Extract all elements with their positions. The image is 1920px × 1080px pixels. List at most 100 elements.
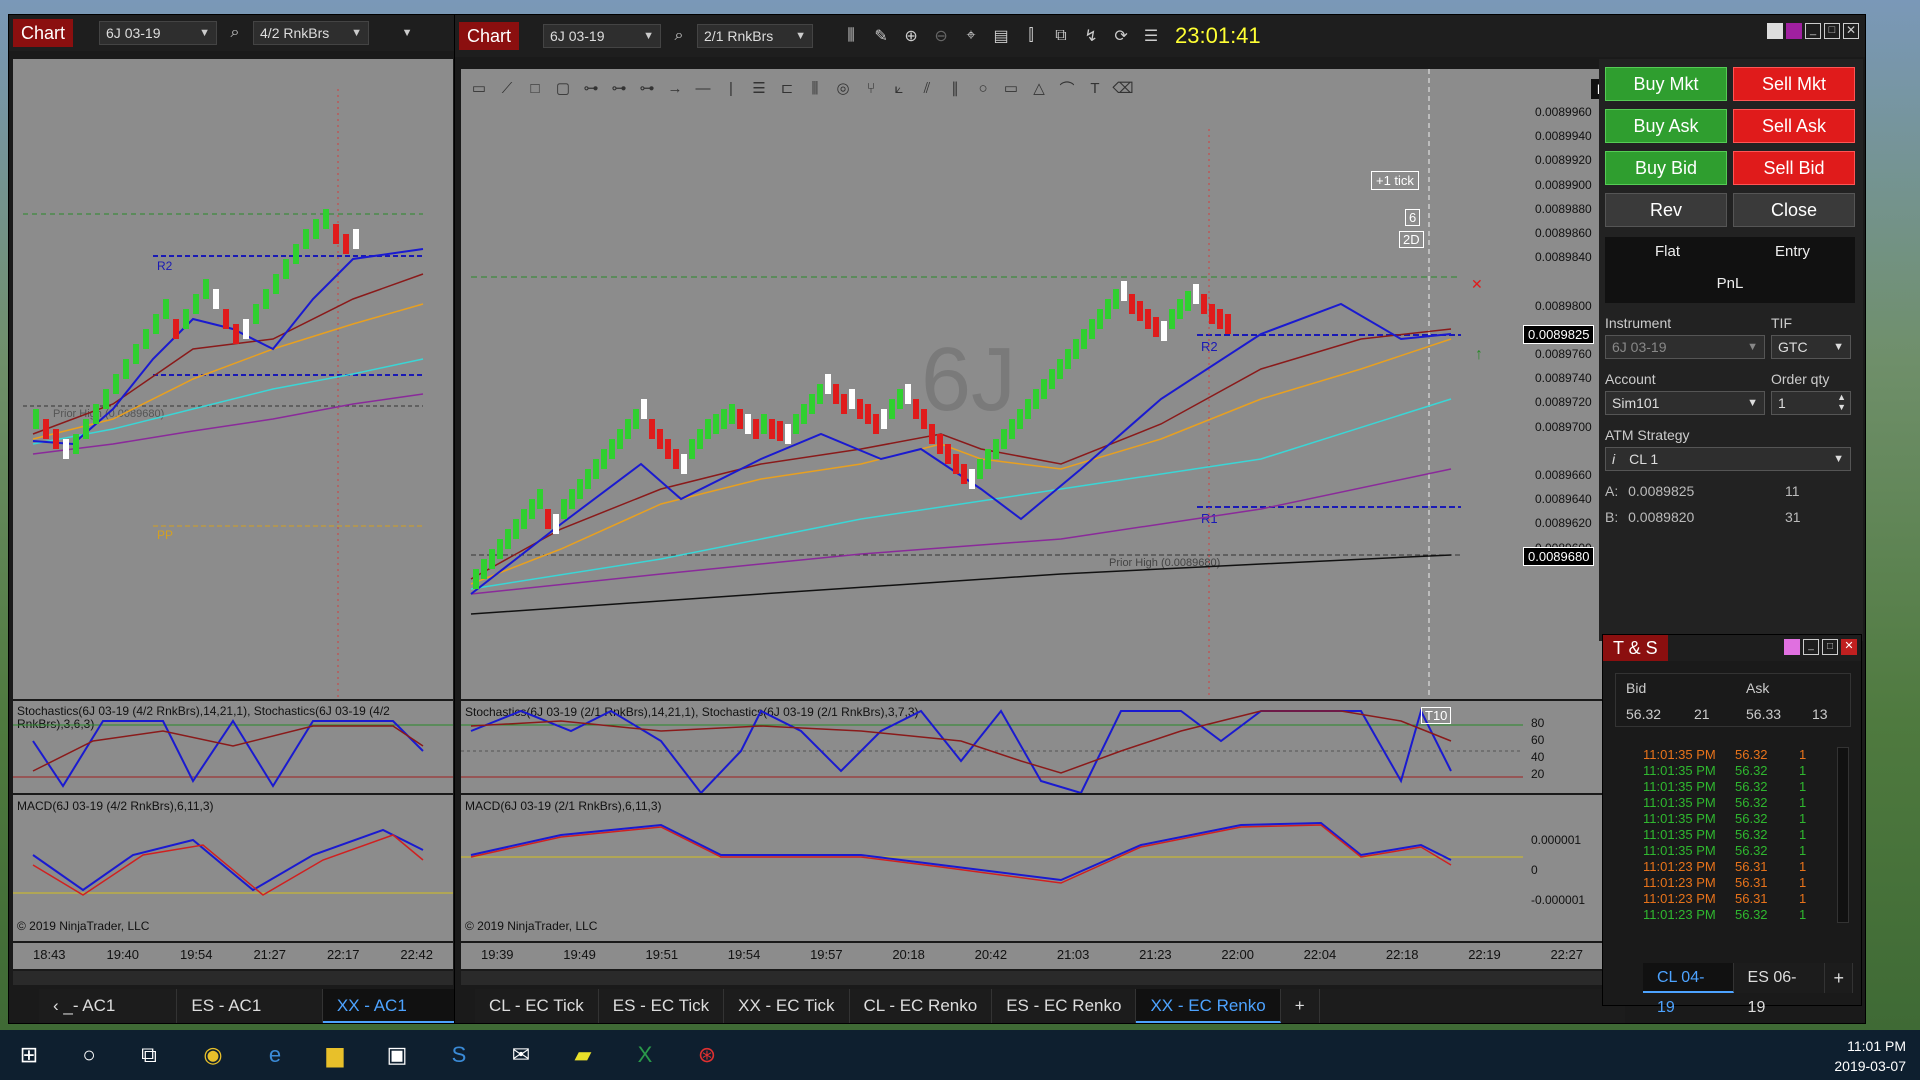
chevron-down-icon: ▼ <box>1747 341 1758 353</box>
buy-bid-button[interactable]: Buy Bid <box>1605 151 1727 185</box>
strategies-icon[interactable]: ↯ <box>1079 24 1103 48</box>
ts-titlebar: T & S _ □ ✕ <box>1603 635 1861 661</box>
ts-trade-row: 11:01:35 PM 56.32 1 <box>1643 779 1833 795</box>
tab-cl-ec-tick[interactable]: CL - EC Tick <box>475 989 599 1023</box>
instrument-selector[interactable]: 6J 03-19 ▼ <box>543 24 662 48</box>
close-position-button[interactable]: Close <box>1733 193 1855 227</box>
tab-xx-ec-renko[interactable]: XX - EC Renko <box>1136 989 1281 1023</box>
close-icon[interactable]: ✕ <box>1843 23 1859 39</box>
reverse-button[interactable]: Rev <box>1605 193 1727 227</box>
ts-price: 56.31 <box>1735 859 1768 874</box>
buy-market-button[interactable]: Buy Mkt <box>1605 67 1727 101</box>
indicators-icon[interactable]: ⫿ <box>1019 24 1043 48</box>
search-icon[interactable]: ⌕ <box>223 21 247 45</box>
account-select[interactable]: Sim101 ▼ <box>1605 391 1765 415</box>
main-price-panel[interactable]: ▭ ⟋ □ ▢ ⊶ ⊶ ⊶ → — | ☰ ⊏ ⫼ ◎ ⑂ ⟀ ⫽ ∥ ○ ▭ △ ⌒ T ⌫ 6J R2 R1 Prior … <box>461 69 1523 699</box>
macd-tick: 0 <box>1531 863 1538 877</box>
add-tab-button[interactable]: + <box>1281 989 1320 1023</box>
chrome-icon[interactable]: ◉ <box>196 1038 230 1072</box>
main-price-chart: R2 R1 Prior High (0.0089680) ✕ ↑ <box>470 69 1483 699</box>
instrument-selector[interactable]: 6J 03-19 ▼ <box>99 21 218 45</box>
sell-market-button[interactable]: Sell Mkt <box>1733 67 1855 101</box>
tif-select[interactable]: GTC ▼ <box>1771 335 1851 359</box>
tab-cl-04-19[interactable]: CL 04-19 <box>1643 963 1734 1016</box>
bartype-selector[interactable]: 2/1 RnkBrs ▼ <box>697 24 814 48</box>
properties-icon[interactable]: ☰ <box>1139 24 1163 48</box>
search-icon[interactable]: ⌕ <box>667 24 691 48</box>
bar-style-icon[interactable]: ⫼ <box>839 24 863 48</box>
left-scrollbar[interactable] <box>13 971 453 985</box>
link-pink-icon[interactable] <box>1784 639 1800 655</box>
add-tab-button[interactable]: + <box>1825 963 1853 993</box>
minimize-icon[interactable]: _ <box>1805 23 1821 39</box>
zoom-out-icon[interactable]: ⊖ <box>929 24 953 48</box>
maximize-icon[interactable]: □ <box>1822 639 1838 655</box>
sell-ask-button[interactable]: Sell Ask <box>1733 109 1855 143</box>
link-purple-icon[interactable] <box>1786 23 1802 39</box>
main-scrollbar[interactable] <box>461 971 1613 985</box>
crosshair-icon[interactable]: ⌖ <box>959 24 983 48</box>
skype-icon[interactable]: S <box>442 1038 476 1072</box>
info-icon[interactable]: i <box>1612 451 1615 467</box>
entry-label: Entry <box>1774 243 1810 260</box>
chart-menu-button[interactable]: Chart <box>13 19 74 47</box>
chart-menu-button[interactable]: Chart <box>459 22 520 50</box>
stoch-slow-line <box>470 710 1452 774</box>
atm-strategy-select[interactable]: i CL 1 ▼ <box>1605 447 1851 471</box>
instrument-select[interactable]: 6J 03-19 ▼ <box>1605 335 1765 359</box>
bid-size: 21 <box>1694 706 1710 722</box>
tab-xx-ec-tick[interactable]: XX - EC Tick <box>724 989 850 1023</box>
data-box-icon[interactable]: ▤ <box>989 24 1013 48</box>
edge-icon[interactable]: e <box>258 1038 292 1072</box>
tray-clock[interactable]: 11:01 PM 2019-03-07 <box>1834 1036 1906 1076</box>
stoch-axis: 80 60 40 20 <box>1531 715 1544 783</box>
left-tab-bar: ‹ _- AC1 Renko ES - AC1 Renko XX - AC1 R… <box>39 989 455 1049</box>
stepper-arrows-icon[interactable]: ▲ ▼ <box>1837 392 1846 412</box>
file-explorer-icon[interactable]: ▆ <box>318 1038 352 1072</box>
time-and-sales-window: T & S _ □ ✕ Bid Ask 56.32 21 56.33 13 11… <box>1602 634 1862 1016</box>
cortana-icon[interactable]: ○ <box>72 1038 106 1072</box>
refresh-icon[interactable]: ⟳ <box>1109 24 1133 48</box>
time-tick: 19:57 <box>810 947 843 962</box>
store-icon[interactable]: ▣ <box>380 1038 414 1072</box>
ts-time: 11:01:35 PM <box>1643 843 1716 858</box>
tab-xx-ac1-renko[interactable]: XX - AC1 Renl <box>322 989 455 1049</box>
minimize-icon[interactable]: _ <box>1803 639 1819 655</box>
sticky-notes-icon[interactable]: ▰ <box>566 1038 600 1072</box>
buy-ask-button[interactable]: Buy Ask <box>1605 109 1727 143</box>
maximize-icon[interactable]: □ <box>1824 23 1840 39</box>
ts-size: 1 <box>1799 907 1807 922</box>
templates-icon[interactable]: ⧉ <box>1049 24 1073 48</box>
time-tick: 21:23 <box>1139 947 1172 962</box>
copyright: © 2019 NinjaTrader, LLC <box>465 919 598 933</box>
tray-date: 2019-03-07 <box>1834 1058 1906 1074</box>
order-qty-stepper[interactable]: 1 ▲ ▼ <box>1771 391 1851 415</box>
chevron-down-icon[interactable]: ▼ <box>395 21 419 45</box>
link-color-icon[interactable] <box>1767 23 1783 39</box>
ts-trade-row: 11:01:35 PM 56.32 1 <box>1643 811 1833 827</box>
tab-cl-ec-renko[interactable]: CL - EC Renko <box>850 989 993 1023</box>
windows-start-icon[interactable]: ⊞ <box>12 1038 46 1072</box>
tab-es-06-19[interactable]: ES 06-19 <box>1734 963 1826 1016</box>
ninjatrader-icon[interactable]: ⊛ <box>690 1038 724 1072</box>
chevron-down-icon: ▼ <box>1833 453 1844 465</box>
task-view-icon[interactable]: ⧉ <box>132 1038 166 1072</box>
excel-icon[interactable]: X <box>628 1038 662 1072</box>
tab-es-ac1-renko[interactable]: ES - AC1 Renko <box>177 989 323 1049</box>
price-tick: 0.0089700 <box>1535 419 1592 434</box>
macd-line <box>32 828 424 892</box>
tab-es-ec-renko[interactable]: ES - EC Renko <box>992 989 1137 1023</box>
ts-scrollbar[interactable] <box>1837 747 1849 923</box>
pencil-icon[interactable]: ✎ <box>869 24 893 48</box>
macd-axis: 0.000001 0 -0.000001 <box>1531 825 1585 915</box>
price-tick: 0.0089760 <box>1535 347 1592 361</box>
left-price-panel[interactable]: R2 Prior High (0.0089680) PP <box>13 59 453 699</box>
close-icon[interactable]: ✕ <box>1841 639 1857 655</box>
mail-icon[interactable]: ✉ <box>504 1038 538 1072</box>
tab-es-ec-tick[interactable]: ES - EC Tick <box>599 989 725 1023</box>
tab-ac1-renko[interactable]: ‹ _- AC1 Renko <box>39 989 178 1049</box>
sell-bid-button[interactable]: Sell Bid <box>1733 151 1855 185</box>
bartype-selector[interactable]: 4/2 RnkBrs ▼ <box>253 21 370 45</box>
zoom-in-icon[interactable]: ⊕ <box>899 24 923 48</box>
ts-price: 56.32 <box>1735 827 1768 842</box>
